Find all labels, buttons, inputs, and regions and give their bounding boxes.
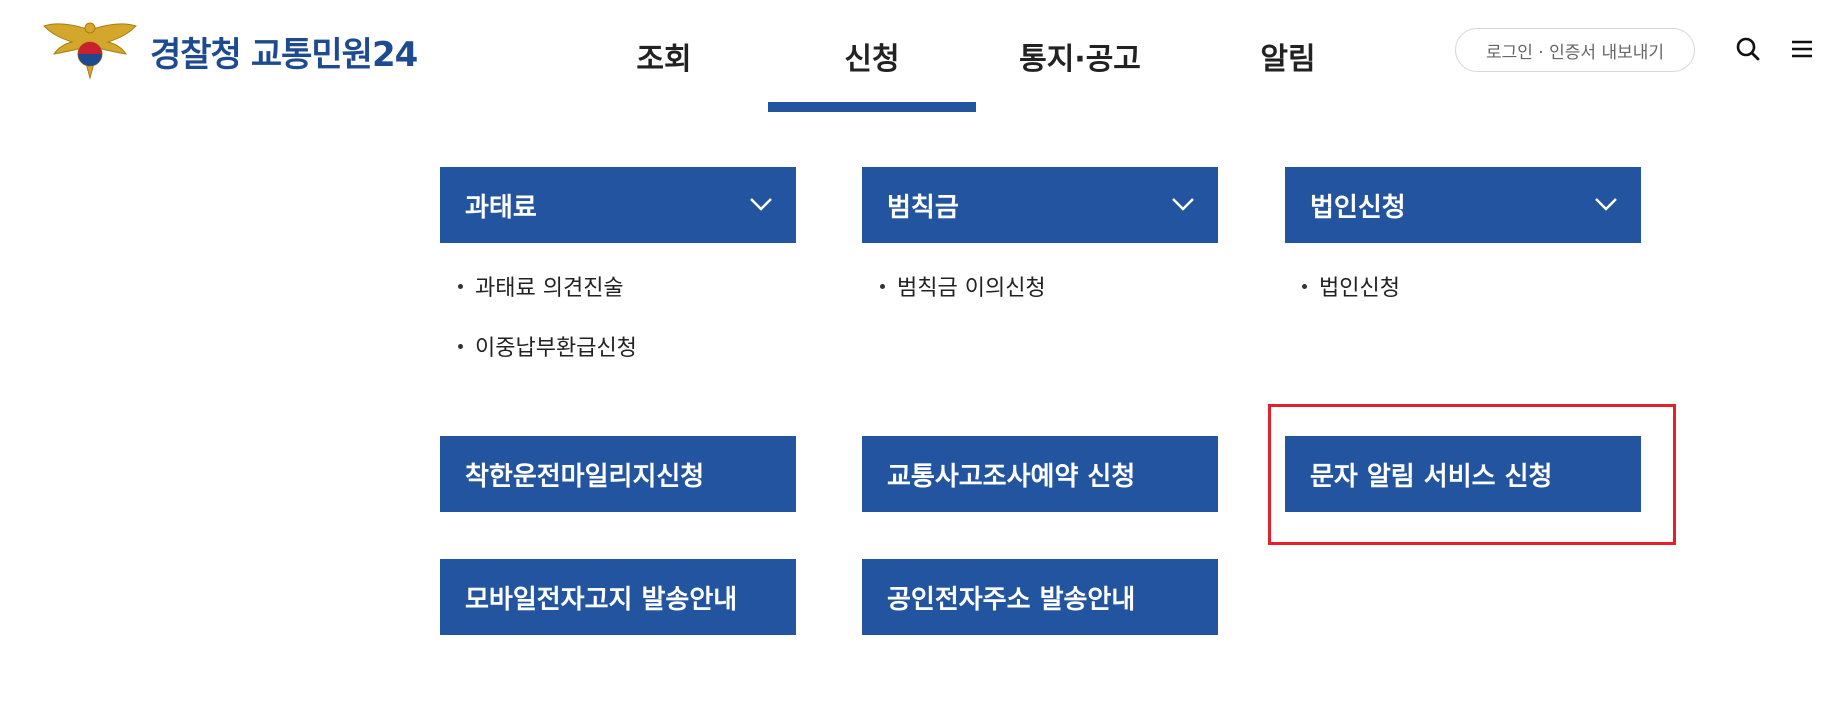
submenu-item-corporate-application[interactable]: 법인신청 bbox=[1302, 270, 1400, 302]
bullet-icon bbox=[458, 283, 463, 289]
link-mobile-e-notice[interactable]: 모바일전자고지 발송안내 bbox=[440, 559, 796, 635]
logo-agency: 경찰청 bbox=[150, 34, 242, 75]
link-accident-investigation-reservation[interactable]: 교통사고조사예약 신청 bbox=[862, 436, 1218, 512]
category-title: 과태료 bbox=[465, 192, 537, 223]
link-safe-driving-mileage[interactable]: 착한운전마일리지신청 bbox=[440, 436, 796, 512]
submenu-item-label: 이중납부환급신청 bbox=[475, 336, 637, 361]
category-fine[interactable]: 범칙금 bbox=[862, 167, 1218, 243]
submenu-item-opinion-statement[interactable]: 과태료 의견진술 bbox=[458, 270, 624, 302]
submenu-item-label: 범칙금 이의신청 bbox=[897, 276, 1046, 301]
hamburger-menu-icon[interactable] bbox=[1787, 34, 1817, 64]
nav-tab-alerts[interactable]: 알림 bbox=[1184, 0, 1392, 112]
submenu-item-double-payment-refund[interactable]: 이중납부환급신청 bbox=[458, 330, 637, 362]
logo-text: 경찰청 교통민원24 bbox=[150, 27, 418, 76]
site-logo[interactable]: 경찰청 교통민원24 bbox=[42, 20, 418, 82]
nav-tab-application[interactable]: 신청 bbox=[768, 0, 976, 112]
chevron-down-icon bbox=[1595, 198, 1617, 211]
submenu-item-label: 과태료 의견진술 bbox=[475, 276, 624, 301]
chevron-down-icon bbox=[1172, 198, 1194, 211]
bullet-icon bbox=[458, 343, 463, 349]
link-sms-alert-service[interactable]: 문자 알림 서비스 신청 bbox=[1285, 436, 1641, 512]
site-header: 경찰청 교통민원24 조회 신청 통지·공고 알림 로그인 · 인증서 내보내기 bbox=[0, 0, 1834, 112]
bullet-icon bbox=[880, 283, 885, 289]
main-nav: 조회 신청 통지·공고 알림 bbox=[560, 0, 1392, 112]
link-certified-e-address[interactable]: 공인전자주소 발송안내 bbox=[862, 559, 1218, 635]
submenu-item-label: 법인신청 bbox=[1319, 276, 1400, 301]
logo-service: 교통민원24 bbox=[250, 34, 418, 75]
bullet-icon bbox=[1302, 283, 1307, 289]
category-penalty-fee[interactable]: 과태료 bbox=[440, 167, 796, 243]
nav-tab-inquiry[interactable]: 조회 bbox=[560, 0, 768, 112]
category-title: 법인신청 bbox=[1310, 192, 1406, 223]
login-button[interactable]: 로그인 · 인증서 내보내기 bbox=[1455, 28, 1695, 72]
search-icon[interactable] bbox=[1733, 34, 1763, 64]
submenu-item-fine-objection[interactable]: 범칙금 이의신청 bbox=[880, 270, 1046, 302]
nav-tab-notice[interactable]: 통지·공고 bbox=[976, 0, 1184, 112]
police-emblem-icon bbox=[43, 22, 137, 80]
category-title: 범칙금 bbox=[887, 192, 959, 223]
chevron-down-icon bbox=[750, 198, 772, 211]
category-corporate[interactable]: 법인신청 bbox=[1285, 167, 1641, 243]
